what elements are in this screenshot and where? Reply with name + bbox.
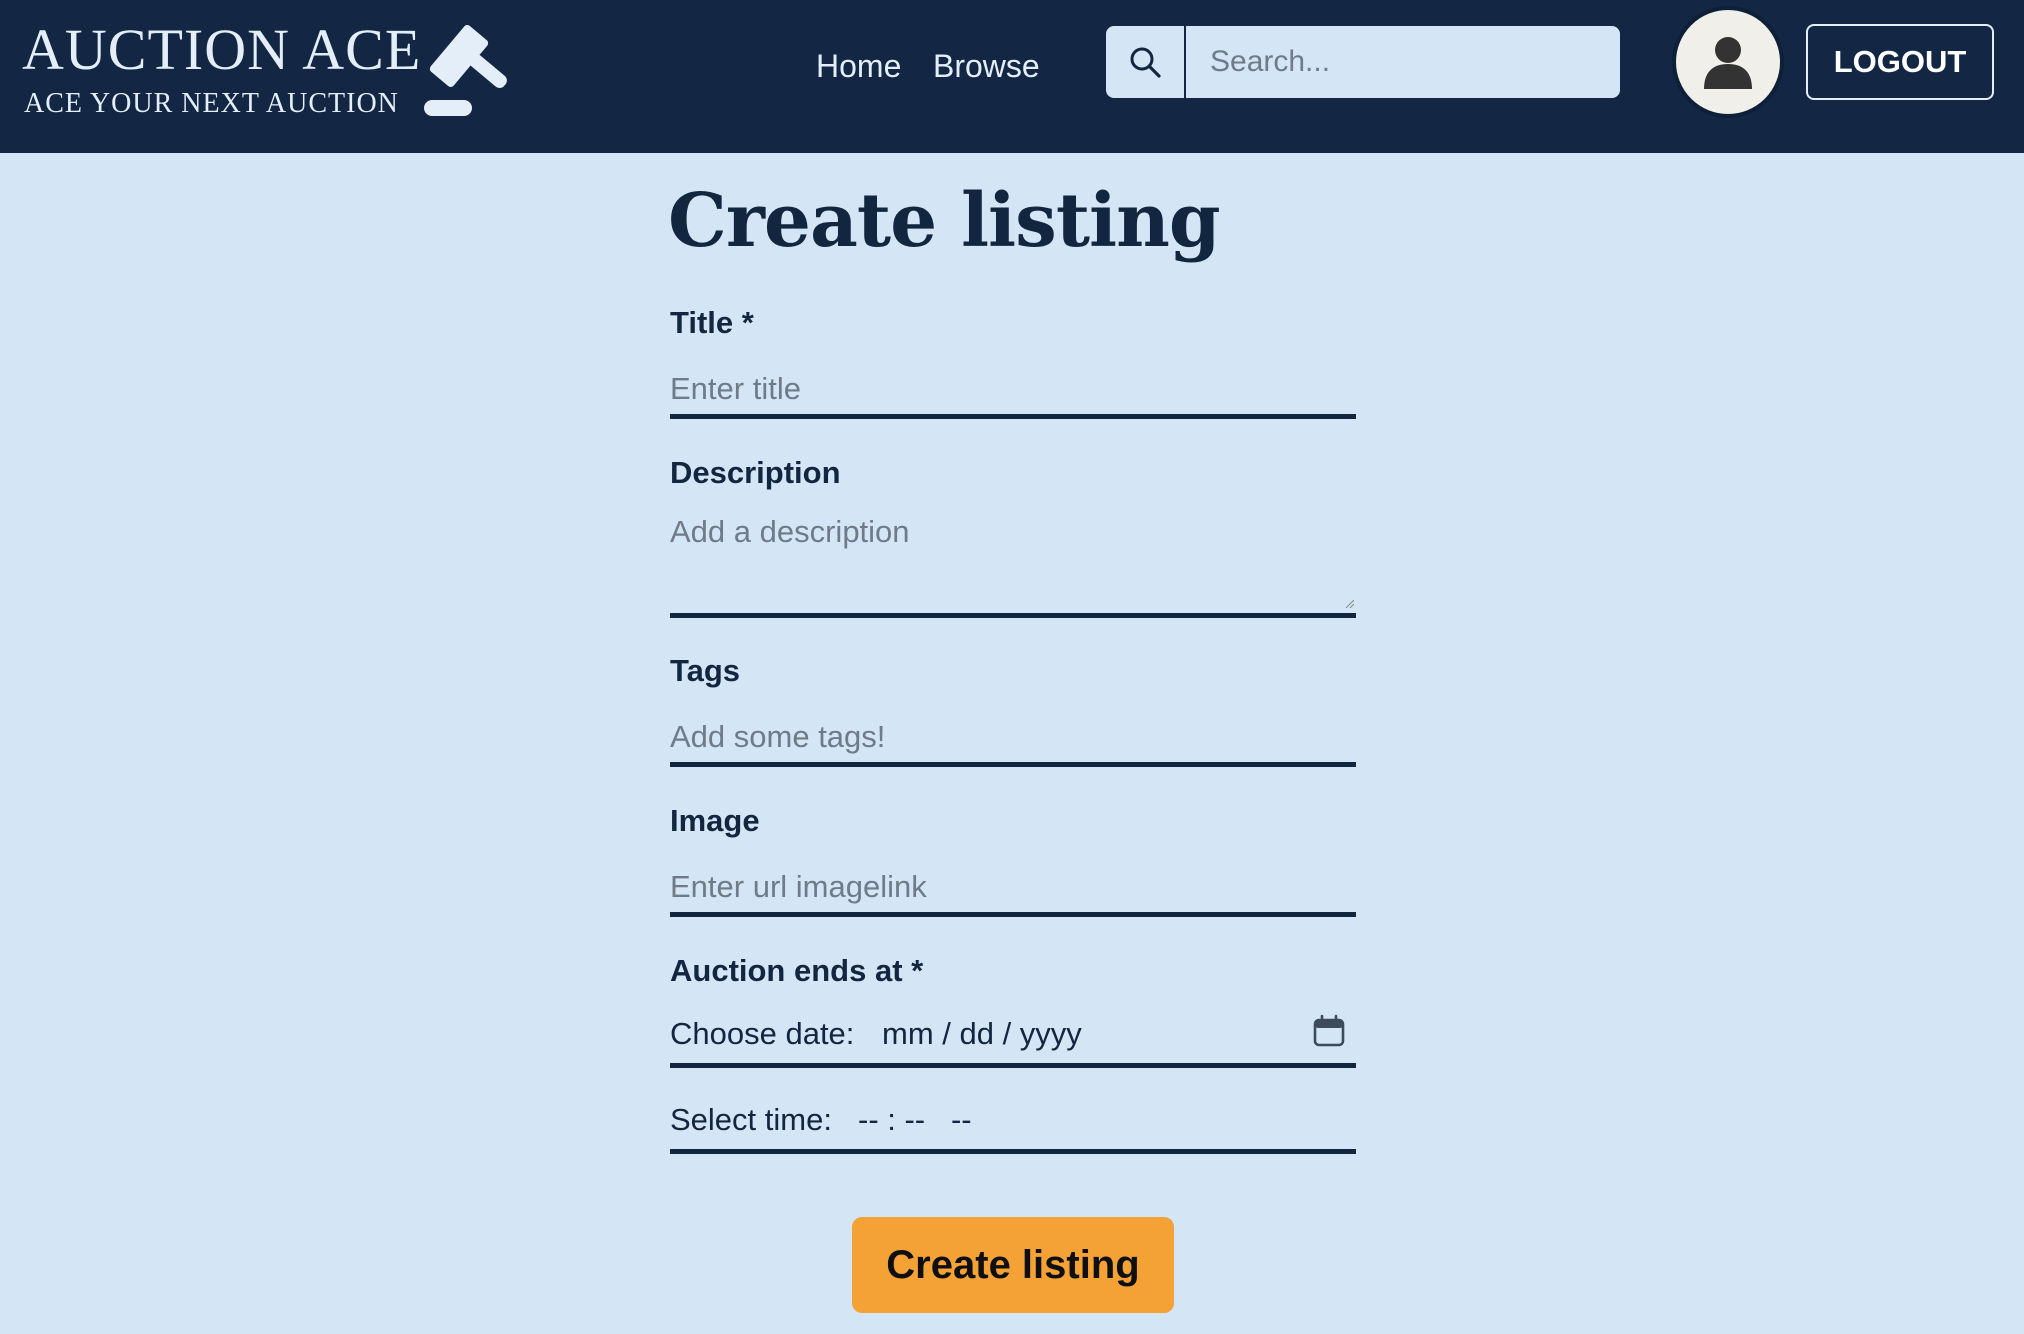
time-label: Select time:: [670, 1102, 832, 1137]
date-label: Choose date:: [670, 1016, 855, 1051]
image-url-input[interactable]: [670, 862, 1356, 917]
auction-ends-label: Auction ends at *: [670, 953, 924, 988]
search-bar: [1106, 26, 1620, 98]
date-value[interactable]: mm / dd / yyyy: [882, 1016, 1082, 1052]
calendar-icon[interactable]: [1312, 1014, 1346, 1048]
image-label: Image: [670, 803, 760, 838]
top-header: AUCTION ACE ACE YOUR NEXT AUCTION Home B…: [0, 0, 2024, 153]
nav-browse-link[interactable]: Browse: [933, 48, 1040, 85]
brand-tagline: ACE YOUR NEXT AUCTION: [24, 88, 399, 119]
brand-name[interactable]: AUCTION ACE: [22, 16, 421, 83]
title-label: Title *: [670, 305, 754, 340]
time-value[interactable]: -- : -- --: [858, 1102, 972, 1138]
create-listing-button[interactable]: Create listing: [852, 1217, 1174, 1313]
tags-label: Tags: [670, 653, 741, 688]
tags-input[interactable]: [670, 712, 1356, 767]
avatar[interactable]: [1672, 6, 1784, 118]
search-button[interactable]: [1106, 26, 1186, 98]
nav-home-link[interactable]: Home: [816, 48, 901, 85]
title-input[interactable]: [670, 364, 1356, 419]
page-title: Create listing: [668, 178, 1221, 264]
search-icon: [1130, 47, 1161, 78]
description-label: Description: [670, 455, 841, 490]
logout-button[interactable]: LOGOUT: [1806, 24, 1994, 100]
time-picker[interactable]: Select time: -- : -- --: [670, 1102, 1356, 1154]
gavel-icon: [424, 25, 507, 116]
user-icon: [1704, 37, 1752, 89]
search-input[interactable]: [1188, 26, 1618, 98]
description-textarea[interactable]: [670, 508, 1356, 618]
date-picker[interactable]: Choose date: mm / dd / yyyy: [670, 1014, 1356, 1068]
resize-grip-icon[interactable]: [1344, 598, 1354, 608]
